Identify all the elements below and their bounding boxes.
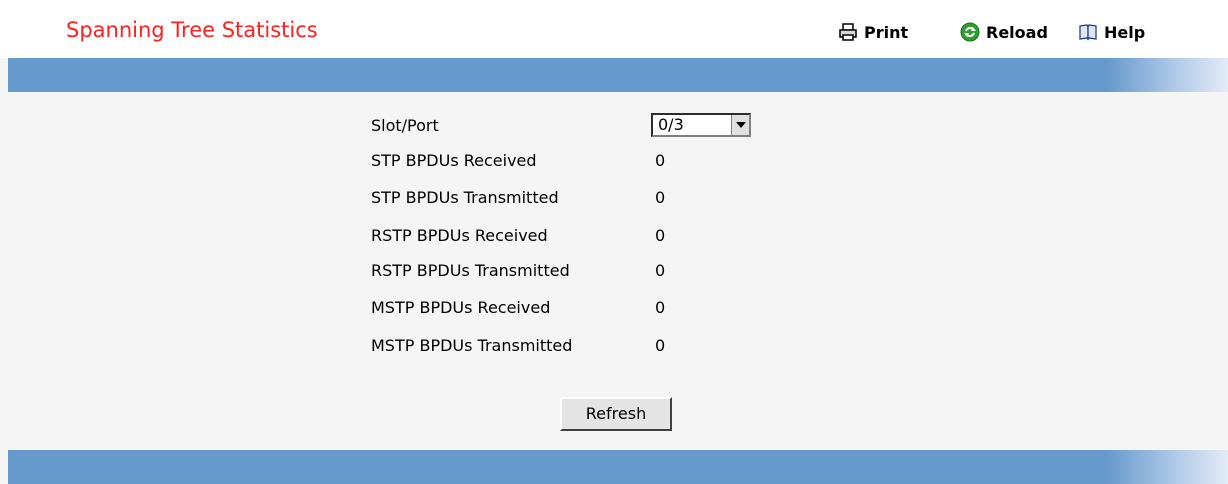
reload-button[interactable]: Reload xyxy=(960,20,1048,44)
stat-label: MSTP BPDUs Received xyxy=(371,298,551,317)
stat-label: RSTP BPDUs Transmitted xyxy=(371,261,570,280)
page-header: Spanning Tree Statistics Print Reload He… xyxy=(0,0,1228,58)
slot-port-select[interactable]: 0/3 xyxy=(651,113,751,137)
header-divider-band xyxy=(8,58,1228,92)
stat-value: 0 xyxy=(655,298,666,317)
print-button[interactable]: Print xyxy=(838,20,908,44)
page-title: Spanning Tree Statistics xyxy=(66,18,318,42)
slot-port-selected-value: 0/3 xyxy=(658,115,684,134)
help-label: Help xyxy=(1104,22,1146,42)
footer-divider-band xyxy=(8,450,1228,484)
stat-value: 0 xyxy=(655,261,666,280)
print-label: Print xyxy=(864,22,909,42)
stat-value: 0 xyxy=(655,188,666,207)
stat-value: 0 xyxy=(655,336,666,355)
stat-label: RSTP BPDUs Received xyxy=(371,226,548,245)
printer-icon xyxy=(839,23,857,41)
reload-label: Reload xyxy=(986,22,1048,42)
stat-value: 0 xyxy=(655,151,666,170)
stat-label: MSTP BPDUs Transmitted xyxy=(371,336,573,355)
stat-value: 0 xyxy=(655,226,666,245)
reload-icon xyxy=(960,22,980,42)
dropdown-arrow-icon[interactable] xyxy=(731,115,749,135)
stat-label: STP BPDUs Received xyxy=(371,151,537,170)
slot-port-label: Slot/Port xyxy=(371,116,439,135)
refresh-button[interactable]: Refresh xyxy=(560,397,672,431)
help-button[interactable]: Help xyxy=(1078,20,1145,44)
help-book-icon xyxy=(1079,24,1097,41)
stat-label: STP BPDUs Transmitted xyxy=(371,188,559,207)
